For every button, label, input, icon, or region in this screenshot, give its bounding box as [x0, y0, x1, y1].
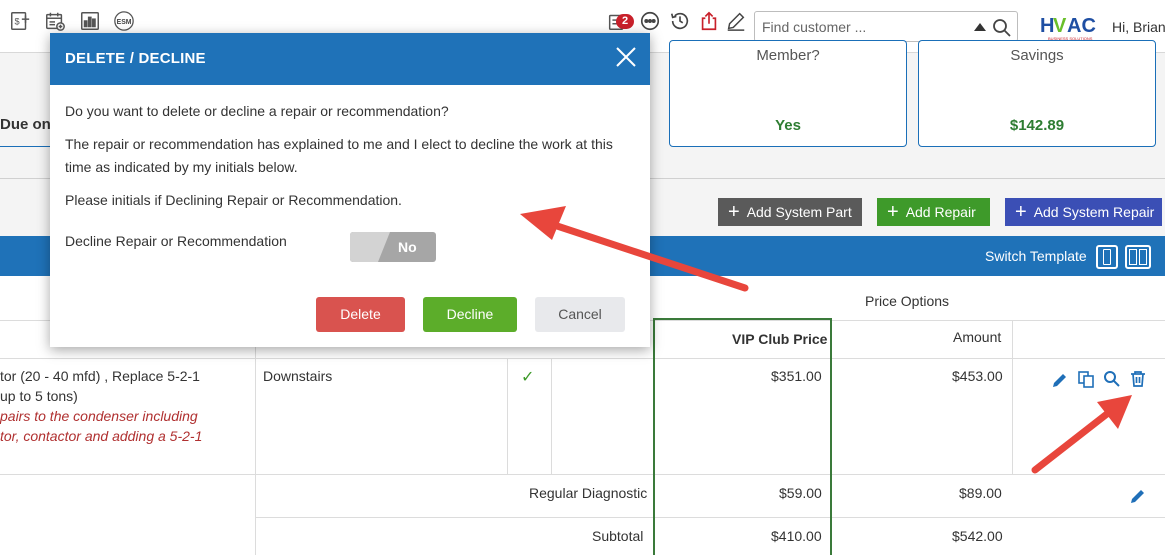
- search-input[interactable]: [762, 18, 962, 36]
- col-divider: [1012, 320, 1013, 474]
- location-cell: Downstairs: [263, 368, 333, 384]
- copy-icon[interactable]: [1077, 370, 1095, 388]
- check-icon: ✓: [521, 369, 535, 386]
- savings-label: Savings: [1010, 47, 1064, 64]
- subtotal-label: Subtotal: [592, 528, 644, 544]
- add-system-repair-button[interactable]: + Add System Repair: [1005, 198, 1162, 226]
- amount-header: Amount: [953, 329, 1002, 345]
- customer-search[interactable]: [754, 11, 1018, 42]
- vip-column-highlight: [653, 318, 832, 555]
- delete-button[interactable]: Delete: [316, 297, 405, 332]
- esm-icon[interactable]: ESM: [112, 10, 136, 32]
- dialog-instruction: Please initials if Declining Repair or R…: [65, 192, 402, 208]
- col-divider: [551, 358, 552, 474]
- sort-up-icon[interactable]: [974, 23, 986, 31]
- decline-button[interactable]: Decline: [423, 297, 517, 332]
- decline-toggle-label: Decline Repair or Recommendation: [65, 233, 287, 249]
- row-divider: [0, 474, 1165, 475]
- price-options-header: Price Options: [865, 293, 950, 309]
- add-repair-button[interactable]: + Add Repair: [877, 198, 990, 226]
- delete-decline-dialog: DELETE / DECLINE Do you want to delete o…: [50, 33, 650, 347]
- diagnostic-label: Regular Diagnostic: [529, 485, 648, 501]
- export-icon[interactable]: [698, 10, 720, 32]
- decline-toggle[interactable]: No: [350, 232, 436, 262]
- member-label: Member?: [756, 47, 820, 64]
- repair-note: pairs to the condenser including: [0, 408, 198, 424]
- repair-description: tor (20 - 40 mfd) , Replace 5-2-1: [0, 368, 200, 384]
- two-column-template-icon[interactable]: [1125, 245, 1151, 269]
- magnify-icon[interactable]: [1103, 370, 1121, 388]
- member-card: Member? Yes: [669, 40, 907, 147]
- plus-icon: +: [1015, 201, 1027, 223]
- plus-icon: +: [728, 201, 740, 223]
- chat-icon[interactable]: [639, 10, 661, 32]
- edit-pencil-icon[interactable]: [1129, 487, 1147, 505]
- svg-text:ESM: ESM: [117, 19, 132, 26]
- hvac-logo[interactable]: H V AC BUSINESS SOLUTIONS: [1040, 12, 1096, 42]
- member-value: Yes: [775, 117, 801, 134]
- plus-icon: +: [887, 201, 899, 223]
- notification-badge: 2: [616, 14, 634, 29]
- dialog-header: DELETE / DECLINE: [50, 33, 650, 85]
- bar-chart-icon[interactable]: [79, 10, 101, 32]
- row-divider: [0, 358, 1165, 359]
- dialog-question: Do you want to delete or decline a repai…: [65, 103, 449, 119]
- close-icon[interactable]: [615, 46, 637, 68]
- svg-text:$: $: [15, 17, 20, 27]
- diagnostic-amount: $89.00: [959, 485, 1002, 501]
- dialog-title: DELETE / DECLINE: [65, 50, 206, 67]
- repair-note-cont: tor, contactor and adding a 5-2-1: [0, 428, 203, 444]
- edit-icon[interactable]: [725, 10, 747, 32]
- user-greeting[interactable]: Hi, Brian: [1112, 19, 1165, 35]
- amount-cell: $453.00: [952, 368, 1003, 384]
- trash-icon[interactable]: [1129, 370, 1147, 388]
- savings-card: Savings $142.89: [918, 40, 1156, 147]
- col-divider: [507, 358, 508, 474]
- add-system-part-button[interactable]: + Add System Part: [718, 198, 862, 226]
- single-column-template-icon[interactable]: [1096, 245, 1118, 269]
- svg-text:AC: AC: [1067, 15, 1096, 37]
- svg-text:V: V: [1053, 15, 1067, 37]
- savings-value: $142.89: [1009, 117, 1065, 134]
- repair-description-cont: up to 5 tons): [0, 388, 78, 404]
- dialog-statement: The repair or recommendation has explain…: [65, 136, 613, 175]
- switch-template-label: Switch Template: [985, 248, 1087, 264]
- toggle-value: No: [398, 239, 417, 255]
- calendar-add-icon[interactable]: [44, 10, 66, 32]
- toggle-knob: [350, 232, 390, 262]
- history-icon[interactable]: [669, 10, 691, 32]
- cancel-button[interactable]: Cancel: [535, 297, 625, 332]
- subtotal-amount: $542.00: [952, 528, 1003, 544]
- edit-pencil-icon[interactable]: [1051, 371, 1069, 389]
- invoice-icon[interactable]: $: [9, 10, 31, 32]
